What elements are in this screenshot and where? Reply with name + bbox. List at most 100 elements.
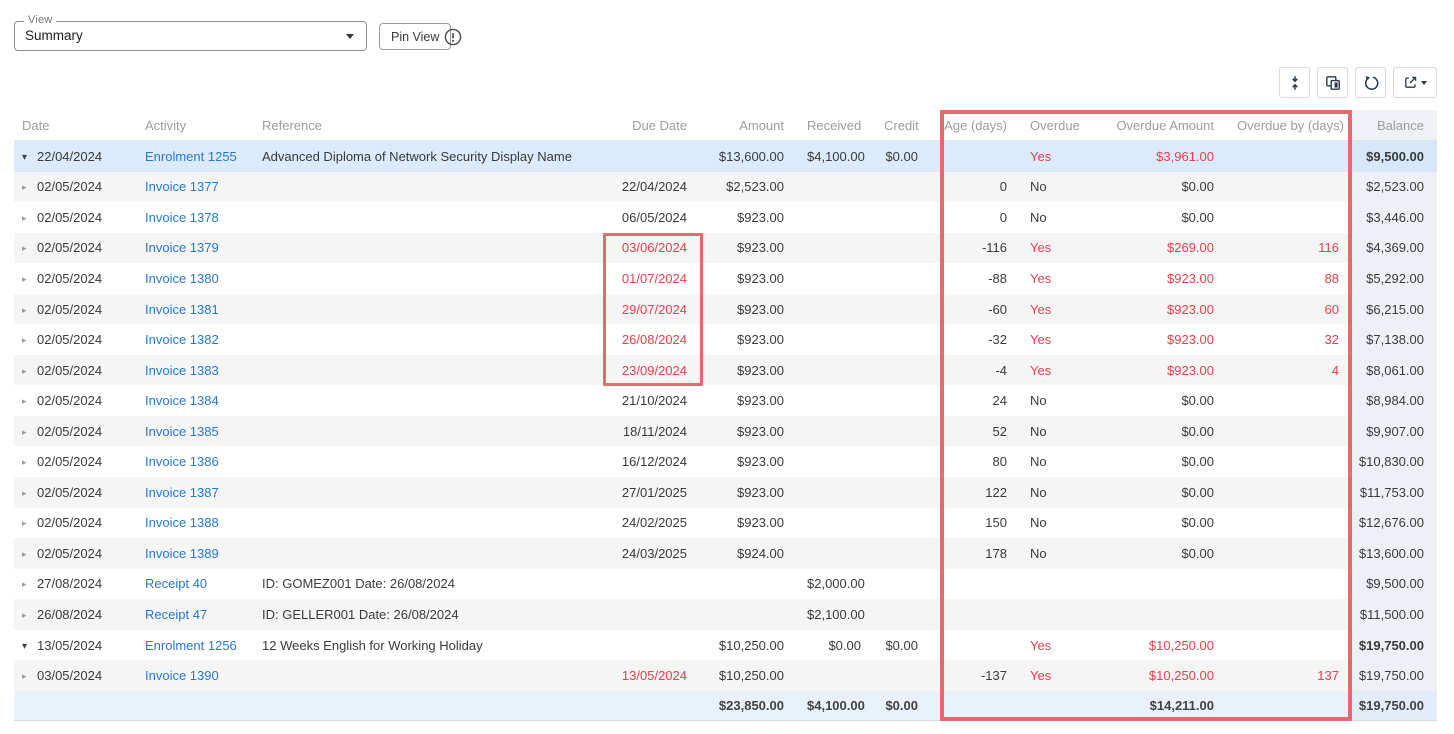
date-text: 02/05/2024: [37, 485, 102, 500]
activity-link[interactable]: Invoice 1385: [145, 424, 219, 439]
activity-link[interactable]: Invoice 1390: [145, 668, 219, 683]
cell-date: ▾13/05/2024: [14, 638, 135, 653]
expand-caret-icon[interactable]: ▸: [22, 243, 37, 254]
activity-link[interactable]: Invoice 1378: [145, 210, 219, 225]
cell-overdue_amount: $0.00: [1092, 179, 1227, 194]
table-header-row: DateActivityReferenceDue DateAmountRecei…: [14, 110, 1437, 141]
table-row-invoice-1379[interactable]: ▸02/05/2024Invoice 137903/06/2024$923.00…: [14, 233, 1437, 264]
cell-overdue: Yes: [1020, 332, 1092, 347]
activity-link[interactable]: Invoice 1379: [145, 240, 219, 255]
table-row-enrolment-1256[interactable]: ▾13/05/2024Enrolment 125612 Weeks Englis…: [14, 630, 1437, 661]
column-header-overdue[interactable]: Overdue: [1020, 118, 1092, 133]
copy-icon[interactable]: [1317, 67, 1348, 98]
table-row-invoice-1382[interactable]: ▸02/05/2024Invoice 138226/08/2024$923.00…: [14, 324, 1437, 355]
column-header-activity[interactable]: Activity: [135, 118, 252, 133]
activity-link[interactable]: Enrolment 1255: [145, 149, 237, 164]
activity-link[interactable]: Receipt 47: [145, 607, 207, 622]
cell-balance: $3,446.00: [1352, 202, 1437, 233]
cell-reference: ID: GOMEZ001 Date: 26/08/2024: [252, 576, 597, 591]
reset-view-icon[interactable]: [1355, 67, 1386, 98]
cell-credit: $0.00: [874, 149, 931, 164]
cell-overdue_by: 88: [1227, 271, 1352, 286]
cell-overdue: Yes: [1020, 363, 1092, 378]
cell-date: ▸26/08/2024: [14, 607, 135, 622]
activity-link[interactable]: Enrolment 1256: [145, 638, 237, 653]
table-row-invoice-1380[interactable]: ▸02/05/2024Invoice 138001/07/2024$923.00…: [14, 263, 1437, 294]
column-header-reference[interactable]: Reference: [252, 118, 597, 133]
expand-caret-icon[interactable]: ▸: [22, 488, 37, 499]
column-header-age[interactable]: Age (days): [931, 118, 1020, 133]
table-row-invoice-1381[interactable]: ▸02/05/2024Invoice 138129/07/2024$923.00…: [14, 294, 1437, 325]
table-row-invoice-1385[interactable]: ▸02/05/2024Invoice 138518/11/2024$923.00…: [14, 416, 1437, 447]
cell-age: 0: [931, 179, 1020, 194]
pin-view-button[interactable]: Pin View: [379, 23, 451, 50]
table-row-invoice-1378[interactable]: ▸02/05/2024Invoice 137806/05/2024$923.00…: [14, 202, 1437, 233]
date-text: 02/05/2024: [37, 332, 102, 347]
cell-activity: Enrolment 1256: [135, 638, 252, 653]
expand-caret-icon[interactable]: ▸: [22, 671, 37, 682]
table-row-invoice-1390[interactable]: ▸03/05/2024Invoice 139013/05/2024$10,250…: [14, 660, 1437, 691]
activity-link[interactable]: Invoice 1383: [145, 363, 219, 378]
table-row-invoice-1389[interactable]: ▸02/05/2024Invoice 138924/03/2025$924.00…: [14, 538, 1437, 569]
expand-caret-icon[interactable]: ▸: [22, 549, 37, 560]
cell-overdue_amount: $10,250.00: [1092, 668, 1227, 683]
expand-caret-icon[interactable]: ▸: [22, 182, 37, 193]
activity-link[interactable]: Invoice 1387: [145, 485, 219, 500]
cell-date: ▸02/05/2024: [14, 424, 135, 439]
table-row-invoice-1383[interactable]: ▸02/05/2024Invoice 138323/09/2024$923.00…: [14, 355, 1437, 386]
cell-reference: ID: GELLER001 Date: 26/08/2024: [252, 607, 597, 622]
cell-amount: $923.00: [700, 454, 797, 469]
activity-link[interactable]: Invoice 1381: [145, 302, 219, 317]
activity-link[interactable]: Invoice 1384: [145, 393, 219, 408]
table-row-receipt-40[interactable]: ▸27/08/2024Receipt 40ID: GOMEZ001 Date: …: [14, 569, 1437, 600]
column-header-overdue_by[interactable]: Overdue by (days): [1227, 118, 1352, 133]
table-row-enrolment-1255[interactable]: ▾22/04/2024Enrolment 1255Advanced Diplom…: [14, 141, 1437, 172]
cell-amount: $923.00: [700, 302, 797, 317]
view-select[interactable]: View Summary: [14, 21, 367, 51]
expand-caret-icon[interactable]: ▸: [22, 366, 37, 377]
activity-link[interactable]: Receipt 40: [145, 576, 207, 591]
expand-caret-icon[interactable]: ▸: [22, 457, 37, 468]
cell-activity: Invoice 1386: [135, 454, 252, 469]
info-icon[interactable]: [444, 28, 462, 46]
activity-link[interactable]: Invoice 1380: [145, 271, 219, 286]
table-row-invoice-1377[interactable]: ▸02/05/2024Invoice 137722/04/2024$2,523.…: [14, 172, 1437, 203]
cell-overdue_amount: $10,250.00: [1092, 638, 1227, 653]
collapse-rows-icon[interactable]: [1279, 67, 1310, 98]
expand-caret-icon[interactable]: ▸: [22, 335, 37, 346]
expand-caret-icon[interactable]: ▸: [22, 427, 37, 438]
expand-caret-icon[interactable]: ▸: [22, 518, 37, 529]
expand-caret-icon[interactable]: ▸: [22, 274, 37, 285]
activity-link[interactable]: Invoice 1377: [145, 179, 219, 194]
cell-age: -60: [931, 302, 1020, 317]
column-header-credit[interactable]: Credit: [874, 118, 931, 133]
column-header-overdue_amount[interactable]: Overdue Amount: [1092, 118, 1227, 133]
activity-link[interactable]: Invoice 1389: [145, 546, 219, 561]
table-row-invoice-1386[interactable]: ▸02/05/2024Invoice 138616/12/2024$923.00…: [14, 446, 1437, 477]
collapse-caret-icon[interactable]: ▾: [22, 641, 37, 652]
expand-caret-icon[interactable]: ▸: [22, 305, 37, 316]
table-row-invoice-1388[interactable]: ▸02/05/2024Invoice 138824/02/2025$923.00…: [14, 508, 1437, 539]
collapse-caret-icon[interactable]: ▾: [22, 152, 37, 163]
table-row-receipt-47[interactable]: ▸26/08/2024 Receipt 47 ID: GELLER001 Date:…: [14, 599, 1437, 630]
date-text: 02/05/2024: [37, 271, 102, 286]
expand-caret-icon[interactable]: ▸: [22, 396, 37, 407]
column-header-due_date[interactable]: Due Date: [597, 118, 700, 133]
table-row-invoice-1384[interactable]: ▸02/05/2024Invoice 138421/10/2024$923.00…: [14, 385, 1437, 416]
expand-caret-icon[interactable]: ▸: [22, 213, 37, 224]
column-header-amount[interactable]: Amount: [700, 118, 797, 133]
expand-caret-icon[interactable]: ▸: [22, 579, 37, 590]
column-header-received[interactable]: Received: [797, 118, 874, 133]
activity-link[interactable]: Invoice 1386: [145, 454, 219, 469]
activity-link[interactable]: Invoice 1382: [145, 332, 219, 347]
expand-caret-icon[interactable]: ▸: [22, 610, 37, 621]
table-row-invoice-1387[interactable]: ▸02/05/2024Invoice 138727/01/2025$923.00…: [14, 477, 1437, 508]
cell-age: -116: [931, 240, 1020, 255]
activity-link[interactable]: Invoice 1388: [145, 515, 219, 530]
cell-overdue_amount: $0.00: [1092, 515, 1227, 530]
export-icon[interactable]: [1393, 67, 1437, 98]
column-header-balance[interactable]: Balance: [1352, 110, 1437, 140]
cell-overdue: No: [1020, 454, 1092, 469]
column-header-date[interactable]: Date: [14, 118, 135, 133]
table-body: ▾22/04/2024Enrolment 1255Advanced Diplom…: [14, 141, 1437, 721]
